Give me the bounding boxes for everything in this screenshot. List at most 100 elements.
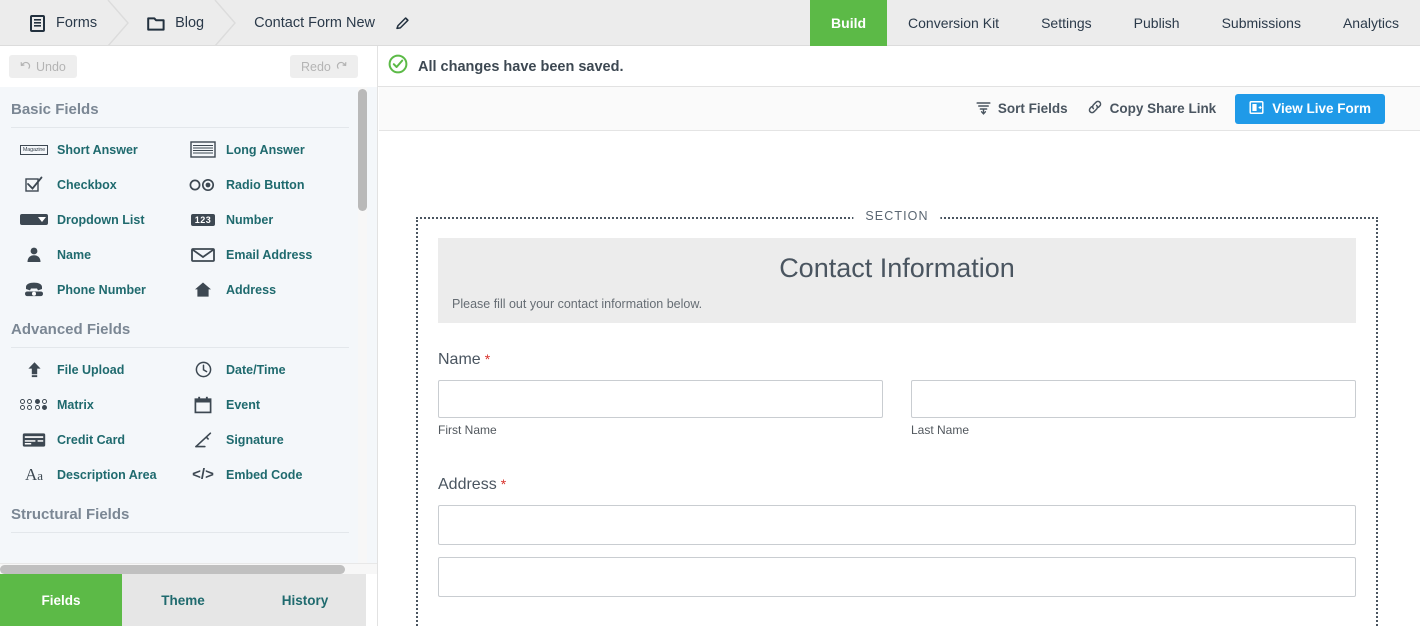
breadcrumb-item-current-form: Contact Form New	[226, 0, 433, 46]
sidebar-bottom-tabs: Fields Theme History	[0, 574, 378, 626]
sidebar-horizontal-scrollbar[interactable]	[0, 563, 378, 574]
breadcrumb-item-forms[interactable]: Forms	[0, 0, 119, 46]
undo-button[interactable]: Undo	[9, 55, 77, 78]
field-item-name[interactable]: Name	[11, 237, 180, 272]
divider	[11, 127, 349, 128]
sidebar-tab-fields-label: Fields	[41, 593, 80, 608]
envelope-icon	[180, 242, 226, 268]
field-label-date-time: Date/Time	[226, 363, 286, 377]
sidebar-tab-history-label: History	[282, 593, 329, 608]
field-item-embed-code[interactable]: </> Embed Code	[180, 457, 349, 492]
form-subfield-first-name: First Name	[438, 380, 883, 437]
field-item-radio-button[interactable]: Radio Button	[180, 167, 349, 202]
tab-conversion-kit[interactable]: Conversion Kit	[887, 0, 1020, 46]
canvas-toolbar: Sort Fields Copy Share Link View Live Fo…	[379, 87, 1420, 131]
field-label-long-answer: Long Answer	[226, 143, 305, 157]
action-status-bar: Undo Redo All changes have been saved.	[0, 46, 1420, 87]
sidebar-tab-theme-label: Theme	[161, 593, 205, 608]
clock-icon	[180, 357, 226, 383]
sidebar-vertical-scroll-thumb[interactable]	[358, 89, 367, 211]
field-item-event[interactable]: Event	[180, 387, 349, 422]
field-item-long-answer[interactable]: Long Answer	[180, 132, 349, 167]
copy-share-link-label: Copy Share Link	[1110, 101, 1217, 116]
person-icon	[11, 242, 57, 268]
sidebar-tab-history[interactable]: History	[244, 574, 366, 626]
long-answer-icon	[180, 137, 226, 163]
first-name-sublabel: First Name	[438, 423, 883, 437]
divider	[11, 347, 349, 348]
section-tag-label: SECTION	[853, 209, 940, 223]
form-field-address[interactable]: Address*	[438, 476, 1356, 597]
sidebar-tabs-filler	[366, 574, 378, 626]
sort-fields-label: Sort Fields	[998, 101, 1068, 116]
address-line1-input[interactable]	[438, 505, 1356, 545]
field-item-file-upload[interactable]: File Upload	[11, 352, 180, 387]
copy-share-link-button[interactable]: Copy Share Link	[1087, 99, 1217, 118]
field-item-date-time[interactable]: Date/Time	[180, 352, 349, 387]
breadcrumb-item-blog[interactable]: Blog	[119, 0, 226, 46]
last-name-input[interactable]	[911, 380, 1356, 418]
field-item-phone-number[interactable]: Phone Number	[11, 272, 180, 307]
upload-arrow-icon	[11, 357, 57, 383]
breadcrumb-label-blog: Blog	[175, 15, 204, 31]
top-navigation-bar: Forms Blog Contact Form New	[0, 0, 1420, 46]
field-item-address[interactable]: Address	[180, 272, 349, 307]
check-circle-icon	[388, 54, 408, 79]
signature-pen-icon	[180, 427, 226, 453]
field-item-signature[interactable]: Signature	[180, 422, 349, 457]
pencil-icon[interactable]	[395, 15, 411, 31]
field-item-checkbox[interactable]: Checkbox	[11, 167, 180, 202]
view-live-form-label: View Live Form	[1272, 101, 1371, 116]
field-label-number: Number	[226, 213, 273, 227]
sidebar-horizontal-scroll-thumb[interactable]	[0, 565, 345, 574]
field-label-credit-card: Credit Card	[57, 433, 125, 447]
tab-submissions[interactable]: Submissions	[1201, 0, 1322, 46]
matrix-icon	[11, 392, 57, 418]
address-line2-input[interactable]	[438, 557, 1356, 597]
field-label-name: Name	[57, 248, 91, 262]
form-section[interactable]: SECTION Contact Information Please fill …	[416, 217, 1378, 626]
redo-button[interactable]: Redo	[290, 55, 358, 78]
view-live-form-button[interactable]: View Live Form	[1235, 94, 1385, 124]
tab-analytics-label: Analytics	[1343, 15, 1399, 31]
save-status-text: All changes have been saved.	[418, 59, 624, 75]
short-answer-icon: Magazine	[11, 137, 57, 163]
sidebar-tab-theme[interactable]: Theme	[122, 574, 244, 626]
field-item-dropdown-list[interactable]: Dropdown List	[11, 202, 180, 237]
field-item-matrix[interactable]: Matrix	[11, 387, 180, 422]
tab-build[interactable]: Build	[810, 0, 887, 46]
redo-button-label: Redo	[301, 60, 331, 74]
field-item-credit-card[interactable]: Credit Card	[11, 422, 180, 457]
section-subtitle: Please fill out your contact information…	[438, 284, 1356, 311]
tab-publish-label: Publish	[1134, 15, 1180, 31]
tab-build-label: Build	[831, 15, 866, 31]
field-label-embed-code: Embed Code	[226, 468, 302, 482]
radio-button-icon	[180, 172, 226, 198]
section-header-block[interactable]: Contact Information Please fill out your…	[438, 238, 1356, 323]
tab-settings[interactable]: Settings	[1020, 0, 1113, 46]
field-label-short-answer: Short Answer	[57, 143, 138, 157]
field-item-description-area[interactable]: Aa Description Area	[11, 457, 180, 492]
sidebar-tab-fields[interactable]: Fields	[0, 574, 122, 626]
field-item-email-address[interactable]: Email Address	[180, 237, 349, 272]
tab-publish[interactable]: Publish	[1113, 0, 1201, 46]
field-item-short-answer[interactable]: Magazine Short Answer	[11, 132, 180, 167]
save-status: All changes have been saved.	[388, 46, 624, 87]
folder-icon	[147, 14, 166, 33]
required-asterisk: *	[485, 351, 490, 367]
form-field-name[interactable]: Name* First Name Last Name	[438, 351, 1356, 437]
number-icon: 123	[180, 207, 226, 233]
first-name-input[interactable]	[438, 380, 883, 418]
sidebar-vertical-scrollbar[interactable]	[358, 87, 367, 574]
required-asterisk: *	[501, 476, 506, 492]
field-label-matrix: Matrix	[57, 398, 94, 412]
form-field-name-label-text: Name	[438, 351, 481, 368]
field-label-email-address: Email Address	[226, 248, 312, 262]
tab-analytics[interactable]: Analytics	[1322, 0, 1420, 46]
tab-conversion-kit-label: Conversion Kit	[908, 15, 999, 31]
form-canvas: Sort Fields Copy Share Link View Live Fo…	[379, 87, 1420, 626]
forms-icon	[28, 14, 47, 33]
field-label-signature: Signature	[226, 433, 284, 447]
sort-fields-button[interactable]: Sort Fields	[976, 100, 1068, 118]
field-item-number[interactable]: 123 Number	[180, 202, 349, 237]
